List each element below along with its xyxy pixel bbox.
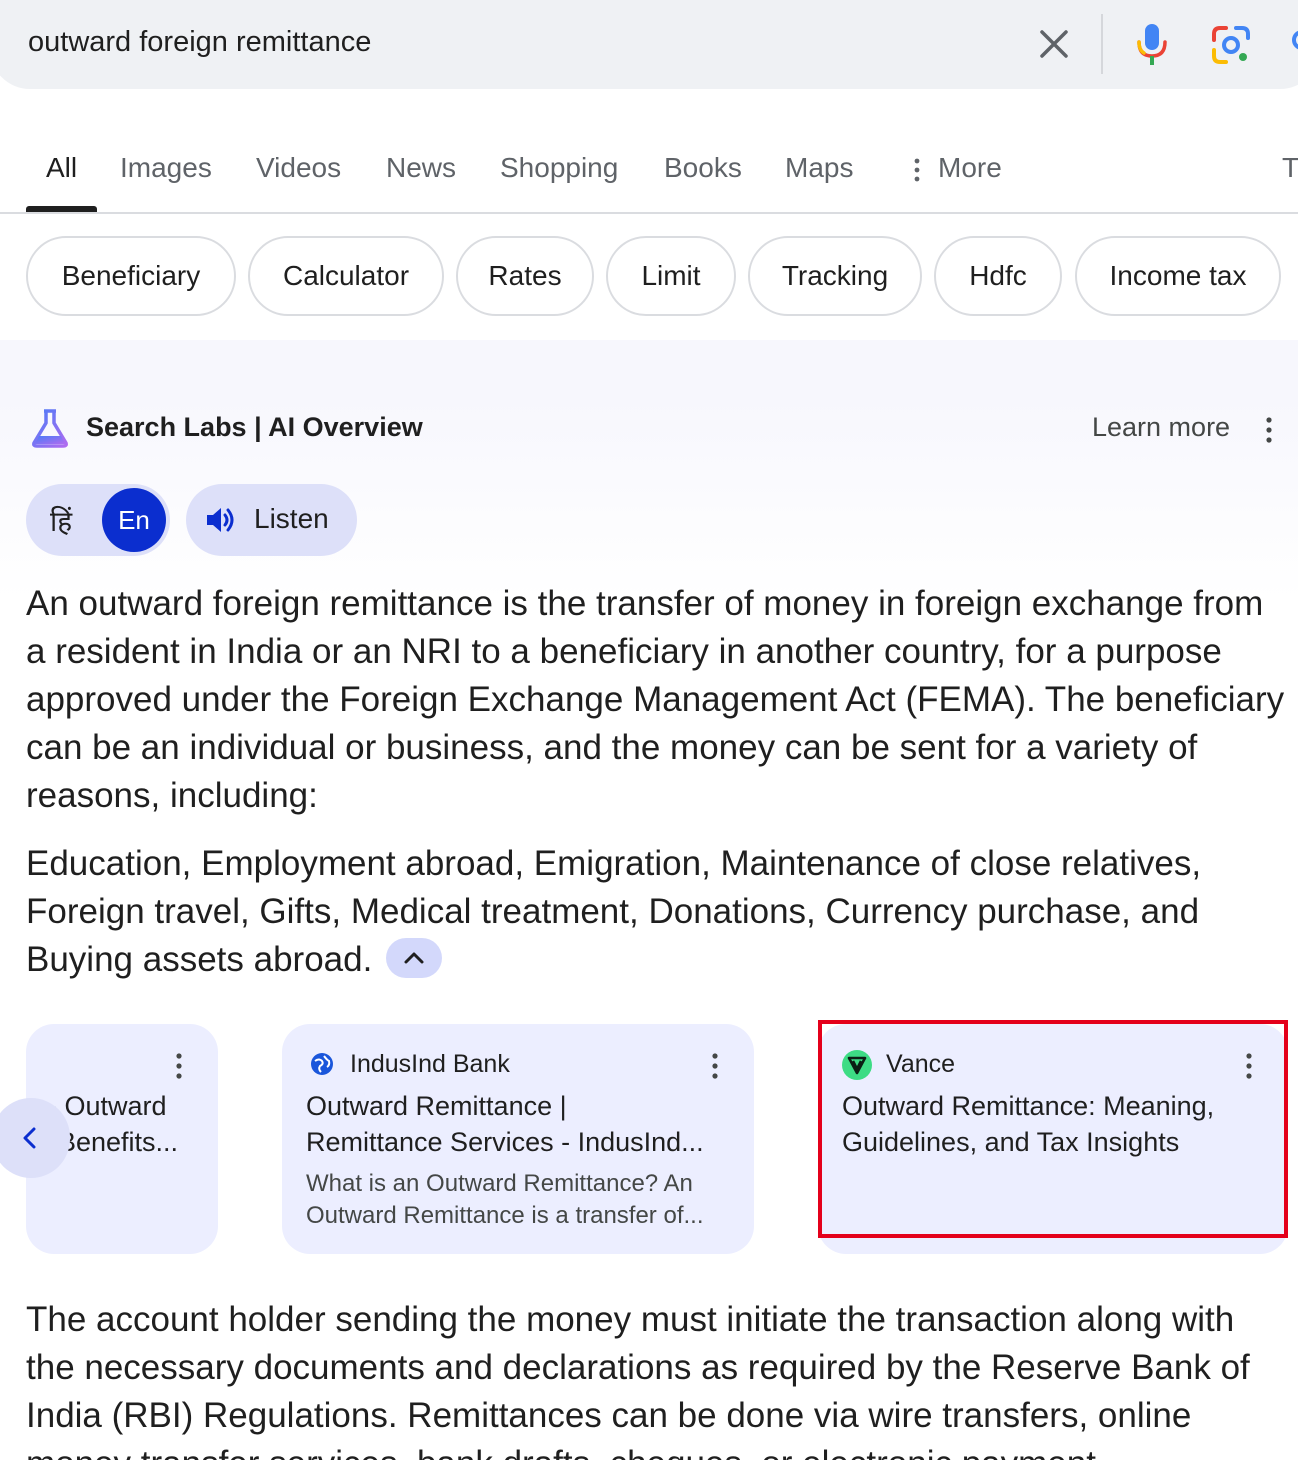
flask-icon bbox=[32, 409, 68, 448]
tab-shopping[interactable]: Shopping bbox=[500, 152, 618, 184]
ai-overview-paragraph: An outward foreign remittance is the tra… bbox=[26, 584, 1285, 815]
more-options-icon[interactable] bbox=[1264, 416, 1274, 444]
card-title-line2: Benefits... bbox=[58, 1127, 179, 1157]
ai-overview-reasons: Education, Employment abroad, Emigration… bbox=[26, 840, 1286, 984]
active-tab-indicator bbox=[26, 206, 97, 212]
speaker-icon bbox=[207, 508, 234, 532]
search-icon[interactable] bbox=[1286, 28, 1298, 58]
card-title-line1: Outward Remittance | bbox=[306, 1091, 567, 1121]
ai-overview-paragraph-continued: The account holder sending the money mus… bbox=[26, 1300, 1250, 1460]
tab-more[interactable]: More bbox=[938, 152, 1002, 184]
chip-beneficiary[interactable]: Beneficiary bbox=[26, 236, 236, 316]
chip-calculator[interactable]: Calculator bbox=[248, 236, 444, 316]
collapse-button[interactable] bbox=[386, 937, 443, 978]
tab-images[interactable]: Images bbox=[120, 152, 212, 184]
google-lens-icon[interactable] bbox=[1210, 24, 1252, 66]
card-options-icon[interactable] bbox=[710, 1052, 720, 1080]
close-icon[interactable] bbox=[1036, 26, 1072, 62]
tab-tools-edge[interactable]: T bbox=[1282, 152, 1298, 184]
chevron-left-icon bbox=[23, 1127, 36, 1149]
search-tabs: All Images Videos News Shopping Books Ma… bbox=[0, 130, 1298, 214]
lang-hindi-button[interactable]: हिं bbox=[50, 502, 72, 540]
reasons-text: Education, Employment abroad, Emigration… bbox=[26, 844, 1202, 979]
tab-news[interactable]: News bbox=[386, 152, 456, 184]
tab-books[interactable]: Books bbox=[664, 152, 742, 184]
chip-limit[interactable]: Limit bbox=[606, 236, 736, 316]
ai-overview-title: Search Labs | AI Overview bbox=[86, 412, 423, 442]
card-snippet-line1: What is an Outward Remittance? An bbox=[306, 1170, 693, 1197]
more-vert-icon[interactable] bbox=[912, 158, 922, 182]
learn-more-link[interactable]: Learn more bbox=[1092, 412, 1230, 443]
tab-all[interactable]: All bbox=[46, 152, 77, 184]
listen-button[interactable]: Listen bbox=[186, 484, 357, 556]
chevron-up-icon bbox=[404, 952, 424, 964]
card-title-line2: Remittance Services - IndusInd... bbox=[306, 1127, 704, 1157]
chip-rates[interactable]: Rates bbox=[456, 236, 594, 316]
card-source-name: IndusInd Bank bbox=[350, 1050, 510, 1078]
tab-maps[interactable]: Maps bbox=[785, 152, 853, 184]
card-snippet-line2: Outward Remittance is a transfer of... bbox=[306, 1202, 704, 1229]
card-options-icon[interactable] bbox=[174, 1052, 184, 1080]
chip-hdfc[interactable]: Hdfc bbox=[934, 236, 1062, 316]
language-toggle: हिं En bbox=[26, 484, 170, 556]
search-input[interactable]: outward foreign remittance bbox=[28, 26, 371, 59]
highlight-box bbox=[818, 1020, 1288, 1238]
listen-label: Listen bbox=[254, 503, 329, 534]
tab-videos[interactable]: Videos bbox=[256, 152, 341, 184]
mic-icon[interactable] bbox=[1134, 22, 1170, 66]
chip-tracking[interactable]: Tracking bbox=[748, 236, 922, 316]
lang-english-button[interactable]: En bbox=[102, 488, 166, 552]
search-bar-divider bbox=[1101, 14, 1103, 74]
globe-icon bbox=[311, 1053, 333, 1075]
source-card-indusind[interactable]: IndusInd Bank Outward Remittance | Remit… bbox=[282, 1024, 754, 1254]
chip-income-tax[interactable]: Income tax bbox=[1075, 236, 1281, 316]
